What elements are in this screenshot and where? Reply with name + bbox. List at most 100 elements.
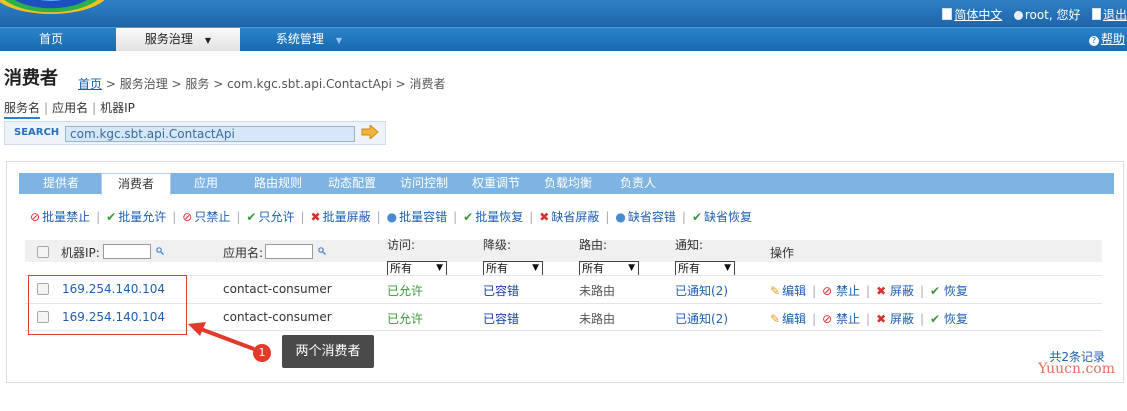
tab-consumers[interactable]: 消费者 — [101, 173, 171, 195]
header-notify: 通知: — [675, 238, 704, 252]
header-degrade: 降级: — [483, 238, 512, 252]
shield-link[interactable]: 屏蔽 — [890, 312, 914, 326]
action-6-button[interactable]: ● 批量容错 — [387, 210, 448, 224]
help-link[interactable]: ? 帮助 — [1088, 28, 1125, 51]
action-10-button[interactable]: ✔ 缺省恢复 — [692, 210, 752, 224]
row-degrade-status[interactable]: 已容错 — [483, 310, 519, 327]
action-separator: | — [96, 210, 101, 224]
tab-weight[interactable]: 权重调节 — [461, 173, 531, 194]
action-label: 缺省恢复 — [704, 210, 753, 224]
shield-icon: ✖ — [310, 210, 321, 224]
search-tab-app[interactable]: 应用名 — [52, 99, 88, 116]
header-ip: 机器IP: — [61, 246, 100, 260]
ip-filter-input[interactable] — [103, 244, 151, 259]
chevron-down-icon: ▼ — [724, 263, 731, 273]
chevron-down-icon: ▼ — [532, 263, 539, 273]
nav-item-service-governance[interactable]: 服务治理 ▼ — [116, 28, 240, 51]
route-filter-select[interactable]: 所有 ▼ — [579, 261, 639, 276]
action-3-button[interactable]: ⊘ 只禁止 — [182, 210, 230, 224]
table-header: 机器IP: 应用名: 访问: 降级: 路由: 通知: 操作 — [25, 238, 1102, 262]
annotation-highlight-box — [28, 275, 187, 335]
action-label: 缺省容错 — [627, 210, 676, 224]
nav-item-home[interactable]: 首页 — [0, 28, 102, 51]
forbid-link[interactable]: 禁止 — [836, 312, 860, 326]
search-icon[interactable] — [156, 247, 164, 255]
search-input[interactable] — [65, 126, 355, 142]
annotation-number-badge: 1 — [253, 344, 271, 362]
action-9-button[interactable]: ● 缺省容错 — [615, 210, 676, 224]
chevron-down-icon: ▼ — [335, 36, 343, 45]
help-icon: ? — [1088, 36, 1099, 46]
forbid-icon: ⊘ — [182, 210, 193, 224]
search-icon[interactable] — [318, 247, 326, 255]
tab-routing-rules[interactable]: 路由规则 — [243, 173, 313, 194]
top-header: 简体中文 root, 您好 退出 — [0, 0, 1127, 27]
forbid-icon: ⊘ — [822, 312, 836, 326]
page-title: 消费者 — [4, 68, 58, 89]
recover-link[interactable]: 恢复 — [944, 284, 968, 298]
check-icon: ✔ — [463, 210, 474, 224]
action-4-button[interactable]: ✔ 只允许 — [246, 210, 294, 224]
action-separator: | — [605, 210, 610, 224]
shield-icon: ✖ — [876, 312, 890, 326]
arrow-right-icon[interactable] — [361, 125, 379, 139]
action-1-button[interactable]: ⊘ 批量禁止 — [30, 210, 90, 224]
search-tab-service[interactable]: 服务名 — [4, 99, 41, 119]
chevron-down-icon: ▼ — [204, 36, 212, 45]
edit-link[interactable]: 编辑 — [782, 284, 806, 298]
action-separator: | — [529, 210, 534, 224]
tab-dynamic-config[interactable]: 动态配置 — [317, 173, 387, 194]
action-label: 批量恢复 — [475, 210, 524, 224]
action-label: 批量禁止 — [42, 210, 91, 224]
row-notify-link[interactable]: 已通知(2) — [675, 282, 728, 299]
select-all-checkbox[interactable] — [37, 246, 49, 258]
degrade-filter-select[interactable]: 所有 ▼ — [483, 261, 543, 276]
check-icon: ✔ — [691, 210, 703, 224]
tab-load-balance[interactable]: 负载均衡 — [533, 173, 603, 194]
row-degrade-status[interactable]: 已容错 — [483, 282, 519, 299]
action-8-button[interactable]: ✖ 缺省屏蔽 — [539, 210, 599, 224]
row-notify-link[interactable]: 已通知(2) — [675, 310, 728, 327]
app-filter-input[interactable] — [265, 244, 313, 259]
logout-link[interactable]: 退出 — [1103, 8, 1127, 22]
language-link[interactable]: 简体中文 — [954, 8, 1002, 22]
tab-applications[interactable]: 应用 — [175, 173, 237, 194]
user-icon — [1013, 11, 1023, 20]
tab-providers[interactable]: 提供者 — [25, 173, 97, 194]
top-links: 简体中文 root, 您好 退出 — [942, 6, 1127, 22]
access-filter-select[interactable]: 所有 ▼ — [387, 261, 447, 276]
tab-owner[interactable]: 负责人 — [607, 173, 669, 194]
notify-filter-select[interactable]: 所有 ▼ — [675, 261, 735, 276]
edit-link[interactable]: 编辑 — [782, 312, 806, 326]
chevron-down-icon: ▼ — [436, 263, 443, 273]
batch-actions: ⊘ 批量禁止 | ✔ 批量允许 | ⊘ 只禁止 | ✔ 只允许 | ✖ 批量屏蔽 | ● 批量容错 | ✔ 批量恢复 |… — [30, 208, 752, 225]
action-separator: | — [376, 210, 381, 224]
breadcrumb-home-link[interactable]: 首页 — [78, 77, 102, 91]
tolerance-icon: ● — [615, 210, 626, 224]
nav-item-system-management[interactable]: 系统管理 ▼ — [254, 28, 364, 51]
action-label: 批量允许 — [118, 210, 167, 224]
row-ops: ✎ 编辑 | ⊘ 禁止 | ✖ 屏蔽 | ✔ 恢复 — [770, 312, 968, 326]
action-2-button[interactable]: ✔ 批量允许 — [106, 210, 166, 224]
row-access-status[interactable]: 已允许 — [387, 310, 423, 327]
shield-icon: ✖ — [539, 210, 550, 224]
row-ops: ✎ 编辑 | ⊘ 禁止 | ✖ 屏蔽 | ✔ 恢复 — [770, 284, 968, 298]
header-ops: 操作 — [770, 246, 795, 260]
row-access-status[interactable]: 已允许 — [387, 282, 423, 299]
search-bar: SEARCH — [4, 121, 386, 145]
annotation-label: 两个消费者 — [282, 335, 374, 368]
forbid-link[interactable]: 禁止 — [836, 284, 860, 298]
edit-icon: ✎ — [770, 312, 781, 326]
check-icon: ✔ — [106, 210, 117, 224]
action-separator: | — [172, 210, 177, 224]
action-separator: | — [453, 210, 458, 224]
search-tab-ip[interactable]: 机器IP — [100, 99, 135, 116]
consumer-panel: 提供者 消费者 应用 路由规则 动态配置 访问控制 权重调节 负载均衡 负责人 … — [6, 161, 1124, 383]
action-5-button[interactable]: ✖ 批量屏蔽 — [311, 210, 371, 224]
language-icon — [942, 8, 953, 20]
tab-access-control[interactable]: 访问控制 — [389, 173, 459, 194]
action-7-button[interactable]: ✔ 批量恢复 — [463, 210, 523, 224]
recover-link[interactable]: 恢复 — [944, 312, 968, 326]
shield-link[interactable]: 屏蔽 — [890, 284, 914, 298]
action-label: 只禁止 — [194, 210, 231, 224]
